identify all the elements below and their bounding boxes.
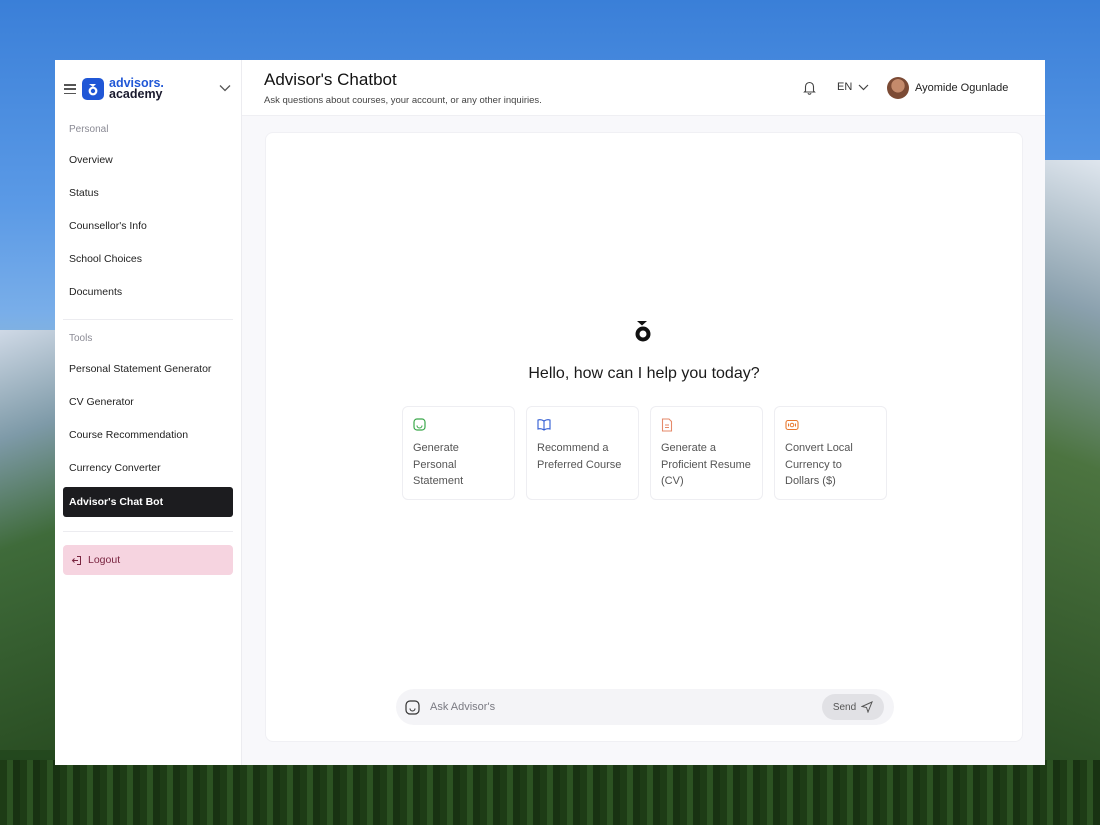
sidebar-item-advisors-chat-bot[interactable]: Advisor's Chat Bot (63, 487, 233, 517)
sticker-icon[interactable] (405, 699, 420, 715)
suggestion-label: Convert Local Currency to Dollars ($) (785, 442, 853, 487)
main-area: Advisor's Chatbot Ask questions about co… (242, 60, 1045, 765)
background-mountain-right (1040, 160, 1100, 760)
sidebar-item-personal-statement-generator[interactable]: Personal Statement Generator (55, 353, 241, 386)
chat-panel: Hello, how can I help you today? Generat… (265, 132, 1023, 742)
language-label: EN (837, 81, 853, 93)
document-icon (661, 418, 673, 432)
logo-icon (82, 78, 104, 100)
suggestion-cards: Generate Personal Statement Recommend a … (402, 406, 887, 500)
sidebar-item-documents[interactable]: Documents (55, 276, 241, 309)
hamburger-menu-icon[interactable] (64, 84, 76, 94)
logout-label: Logout (88, 554, 121, 566)
page-subtitle: Ask questions about courses, your accoun… (264, 95, 542, 106)
page-header: Advisor's Chatbot Ask questions about co… (242, 60, 1045, 116)
send-button[interactable]: Send (822, 694, 884, 720)
sidebar-item-cv-generator[interactable]: CV Generator (55, 386, 241, 419)
logout-icon (71, 555, 81, 565)
avatar[interactable] (887, 77, 909, 99)
brand-header: advisors. academy (55, 60, 241, 118)
logout-button[interactable]: Logout (63, 545, 233, 575)
suggestion-label: Generate Personal Statement (413, 442, 464, 487)
background-mountain-left (0, 330, 60, 750)
suggestion-card-recommend-course[interactable]: Recommend a Preferred Course (526, 406, 639, 500)
book-icon (537, 419, 551, 431)
app-window: advisors. academy Personal Overview Stat… (55, 60, 1045, 765)
sidebar-item-course-recommendation[interactable]: Course Recommendation (55, 419, 241, 452)
language-selector[interactable]: EN (837, 81, 869, 93)
suggestion-card-generate-resume[interactable]: Generate a Proficient Resume (CV) (650, 406, 763, 500)
sticker-icon (413, 418, 426, 431)
suggestion-label: Generate a Proficient Resume (CV) (661, 442, 751, 487)
sidebar-item-school-choices[interactable]: School Choices (55, 243, 241, 276)
send-label: Send (832, 701, 857, 713)
suggestion-label: Recommend a Preferred Course (537, 442, 622, 471)
greeting-text: Hello, how can I help you today? (528, 365, 760, 382)
suggestion-card-personal-statement[interactable]: Generate Personal Statement (402, 406, 515, 500)
bell-icon[interactable] (803, 80, 816, 95)
advisor-logo-icon (635, 321, 651, 342)
sidebar-item-currency-converter[interactable]: Currency Converter (55, 452, 241, 485)
sidebar-item-counsellors-info[interactable]: Counsellor's Info (55, 210, 241, 243)
send-icon (861, 701, 874, 713)
sidebar: advisors. academy Personal Overview Stat… (55, 60, 242, 765)
suggestion-card-convert-currency[interactable]: Convert Local Currency to Dollars ($) (774, 406, 887, 500)
page-title: Advisor's Chatbot (264, 70, 397, 89)
logo-line-2: academy (109, 87, 163, 101)
user-name[interactable]: Ayomide Ogunlade (915, 82, 1008, 94)
ask-input[interactable] (430, 701, 822, 713)
chat-input-bar: Send (396, 689, 894, 725)
logo-text: advisors. academy (109, 77, 164, 101)
chevron-down-icon[interactable] (219, 84, 231, 92)
chevron-down-icon (858, 84, 869, 90)
sidebar-item-status[interactable]: Status (55, 177, 241, 210)
section-label-tools: Tools (69, 333, 93, 344)
section-label-personal: Personal (69, 124, 109, 135)
currency-icon (785, 419, 799, 431)
sidebar-item-overview[interactable]: Overview (55, 144, 241, 177)
background-trees (0, 760, 1100, 825)
